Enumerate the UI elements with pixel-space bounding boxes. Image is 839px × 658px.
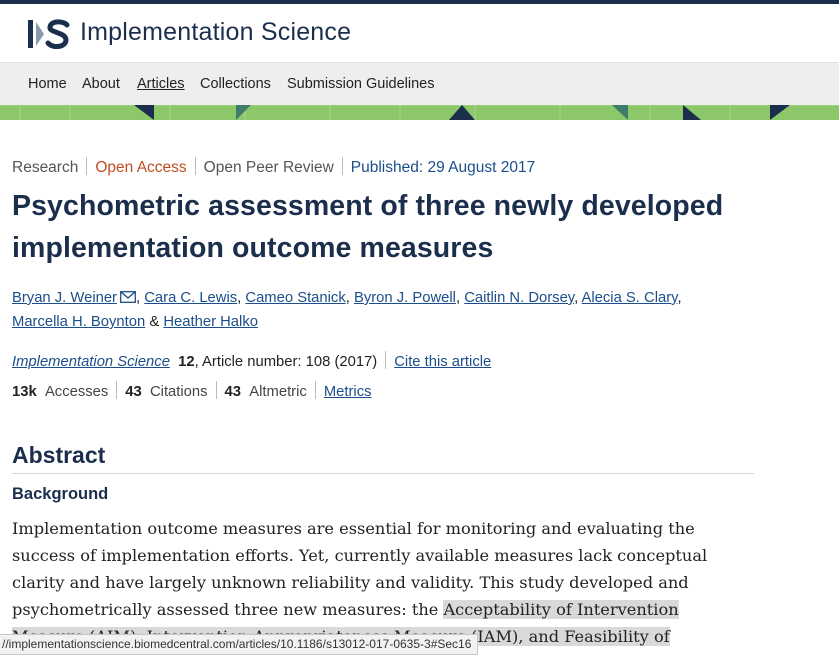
author-link[interactable]: Caitlin N. Dorsey xyxy=(464,290,574,306)
citation-row: Implementation Science 12, Article numbe… xyxy=(12,351,491,370)
background-heading: Background xyxy=(12,485,109,503)
accesses-count: 13k xyxy=(12,384,37,400)
altmetric-count: 43 xyxy=(224,384,242,400)
decorative-pattern-band xyxy=(0,105,839,120)
author-link[interactable]: Cameo Stanick xyxy=(245,290,345,306)
separator xyxy=(194,157,196,175)
nav-home[interactable]: Home xyxy=(28,76,67,92)
site-title[interactable]: Implementation Science xyxy=(80,18,351,47)
site-header: Implementation Science xyxy=(0,4,839,62)
published-date: Published: 29 August 2017 xyxy=(350,159,536,176)
citations-count: 43 xyxy=(125,384,142,400)
author-link[interactable]: Marcella H. Boynton xyxy=(12,314,145,330)
metrics-link[interactable]: Metrics xyxy=(324,384,372,400)
altmetric-label: Altmetric xyxy=(249,384,307,400)
browser-status-bar: //implementationscience.biomedcentral.co… xyxy=(0,634,479,655)
separator xyxy=(116,381,118,399)
journal-logo-icon[interactable] xyxy=(28,18,70,50)
nav-articles[interactable]: Articles xyxy=(137,76,185,92)
envelope-icon[interactable] xyxy=(120,291,136,303)
author-link[interactable]: Heather Halko xyxy=(163,314,258,330)
citations-label: Citations xyxy=(149,384,208,400)
metrics-row: 13k Accesses 43 Citations 43 Altmetric Metr… xyxy=(12,381,372,400)
article-title: Psychometric assessment of three newly d… xyxy=(12,190,724,264)
open-peer-review: Open Peer Review xyxy=(203,159,334,176)
author-link[interactable]: Alecia S. Clary xyxy=(582,290,678,306)
separator xyxy=(385,351,387,369)
volume: 12 xyxy=(178,354,195,370)
nav-about[interactable]: About xyxy=(82,76,120,92)
article-type: Research xyxy=(12,159,79,176)
main-nav: Home About Articles Collections Submissi… xyxy=(0,62,839,106)
accesses-label: Accesses xyxy=(44,384,109,400)
article-meta-row: Research Open Access Open Peer Review Publi… xyxy=(12,157,535,177)
author-list: Bryan J. Weiner, Cara C. Lewis, Cameo St… xyxy=(12,290,682,330)
separator xyxy=(86,157,88,175)
abstract-text: Implementation outcome measures are esse… xyxy=(12,515,742,650)
cite-this-article-link[interactable]: Cite this article xyxy=(394,354,491,370)
article-number: , Article number: 108 (2017) xyxy=(194,354,378,370)
author-link[interactable]: Cara C. Lewis xyxy=(144,290,237,306)
open-access-badge: Open Access xyxy=(95,159,187,176)
divider xyxy=(12,473,754,474)
author-joiner: & xyxy=(149,314,160,330)
abstract-heading: Abstract xyxy=(12,442,106,468)
nav-collections[interactable]: Collections xyxy=(200,76,271,92)
separator xyxy=(314,381,316,399)
author-link[interactable]: Byron J. Powell xyxy=(354,290,456,306)
separator xyxy=(215,381,217,399)
author-link[interactable]: Bryan J. Weiner xyxy=(12,290,117,306)
nav-submission-guidelines[interactable]: Submission Guidelines xyxy=(287,76,435,92)
journal-link[interactable]: Implementation Science xyxy=(12,354,170,370)
separator xyxy=(341,157,343,175)
